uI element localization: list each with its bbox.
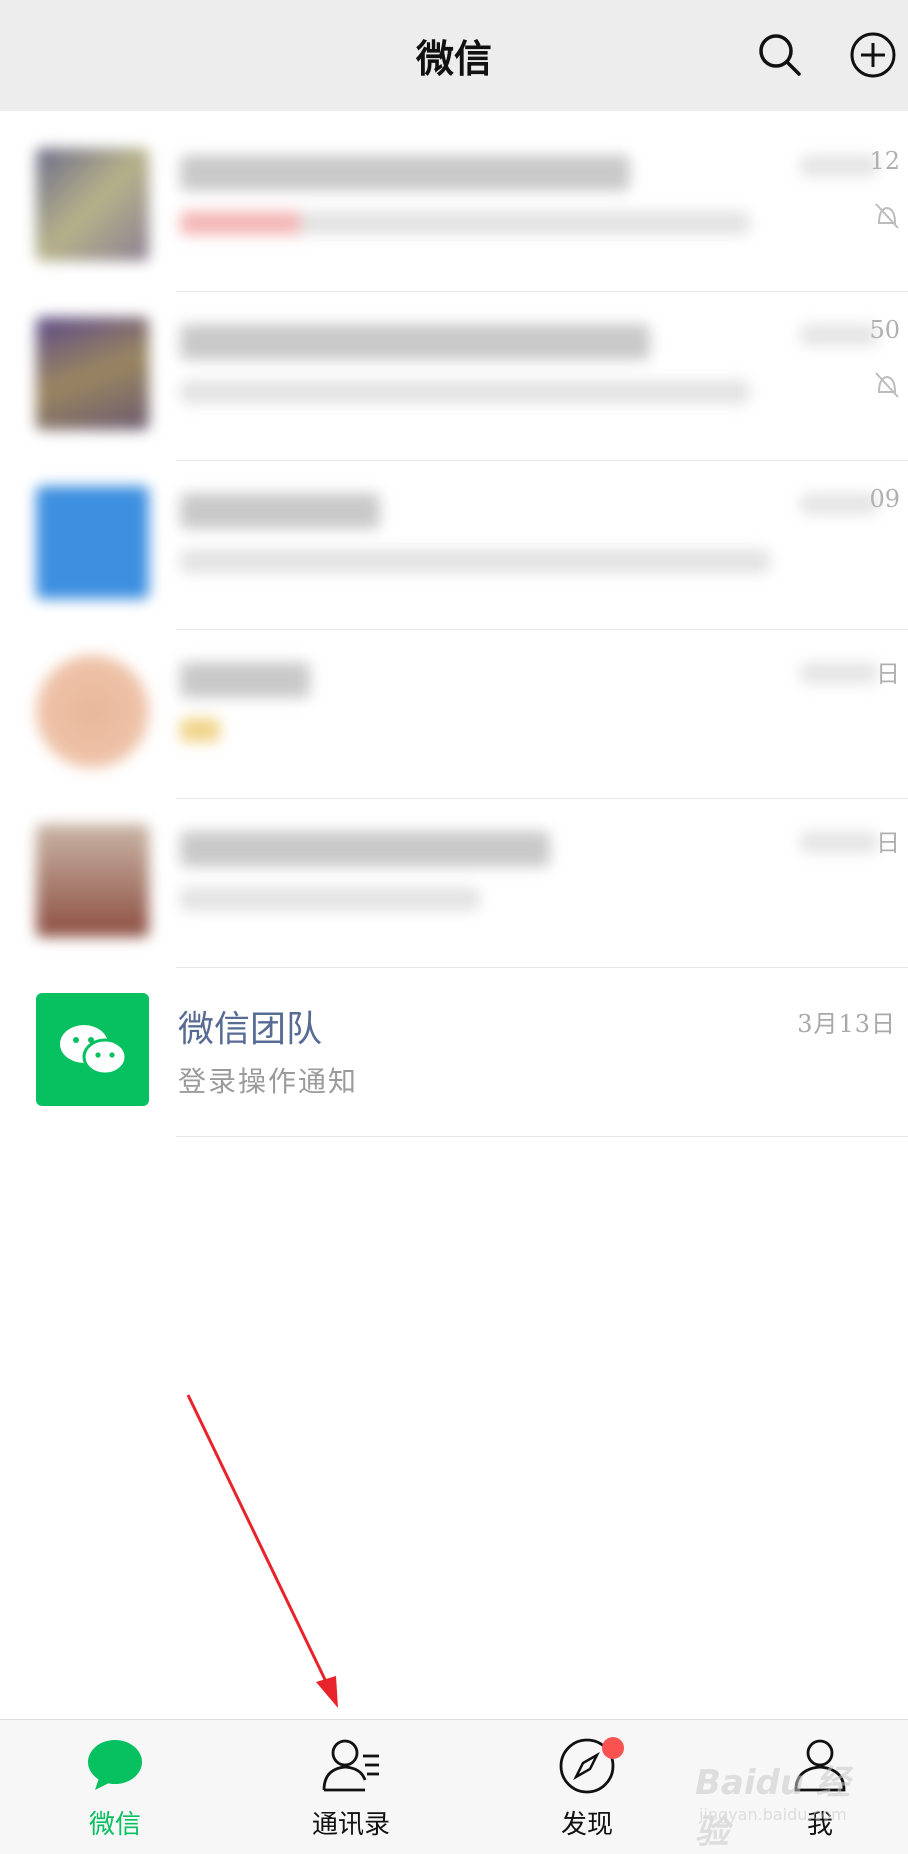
chat-time-visible: 50 [869,316,900,344]
chat-preview-blurred [180,549,770,573]
wechat-logo-icon [59,1024,127,1075]
search-icon[interactable] [755,30,805,80]
chat-preview-blurred [180,380,750,404]
avatar [36,655,149,768]
chat-name-blurred [180,324,650,360]
baidu-watermark: Baidu 经验 jingyan.baidu.com [695,1755,875,1852]
annotation-arrow [186,1394,338,1708]
chat-time-visible: 12 [869,147,900,175]
avatar [36,486,149,599]
mute-bell-icon [875,372,899,398]
chat-row[interactable]: 12 [0,123,908,292]
chat-preview-blurred [180,211,750,235]
chat-time-blurred [800,155,878,177]
chat-time-visible: 日 [876,660,900,688]
chat-row[interactable]: 日 [0,799,908,968]
chat-list: 12 50 09 日 日 微信团队 登录操作通知 3月13日 [0,123,908,1137]
chat-time: 3月13日 [797,1010,896,1038]
chat-time-blurred [800,324,878,346]
chat-row-wechat-team[interactable]: 微信团队 登录操作通知 3月13日 [0,968,908,1137]
chat-row[interactable]: 09 [0,461,908,630]
top-nav-bar: 微信 [0,0,908,111]
chat-time-blurred [800,493,878,515]
plus-circle-icon[interactable] [848,30,898,80]
watermark-text: Baidu 经验 [695,1763,850,1852]
chat-row[interactable]: 日 [0,630,908,799]
tab-label: 通讯录 [311,1810,390,1840]
tab-discover[interactable]: 发现 [507,1720,667,1854]
chat-name: 微信团队 [178,1009,323,1050]
tab-chats[interactable]: 微信 [35,1720,195,1854]
chat-time-blurred [800,662,878,684]
tab-label: 微信 [88,1810,141,1840]
watermark-url: jingyan.baidu.com [699,1805,847,1824]
chat-preview-blurred [180,718,220,742]
avatar [36,317,149,430]
row-divider [176,1136,908,1137]
chat-row[interactable]: 50 [0,292,908,461]
chat-name-blurred [180,155,630,191]
chat-time-visible: 日 [876,829,900,857]
wechat-team-avatar [36,993,149,1106]
chat-bubble-icon [88,1740,142,1790]
chat-preview-blurred [180,887,480,911]
chat-name-blurred [180,662,310,698]
tab-contacts[interactable]: 通讯录 [271,1720,431,1854]
avatar [36,148,149,261]
avatar [36,824,149,937]
chat-time-visible: 09 [869,485,900,513]
mute-bell-icon [875,203,899,229]
notification-badge [602,1737,624,1759]
chat-time-blurred [800,831,878,853]
chat-name-blurred [180,831,550,867]
chat-name-blurred [180,493,380,529]
chat-preview: 登录操作通知 [178,1065,359,1098]
tab-label: 发现 [560,1810,613,1840]
contacts-icon [322,1739,379,1792]
